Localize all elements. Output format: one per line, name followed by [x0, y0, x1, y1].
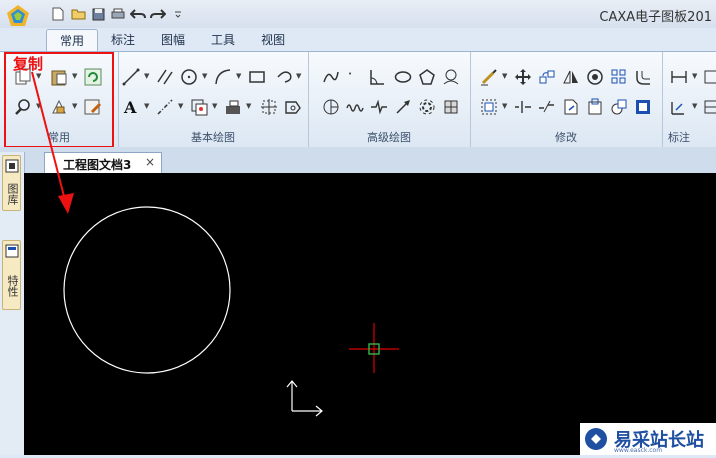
watermark-url: www.easck.com [614, 447, 663, 454]
watermark-logo-icon [585, 428, 607, 450]
annotation-arrow [31, 71, 74, 214]
watermark: 易采站长站 www.easck.com [580, 423, 716, 455]
